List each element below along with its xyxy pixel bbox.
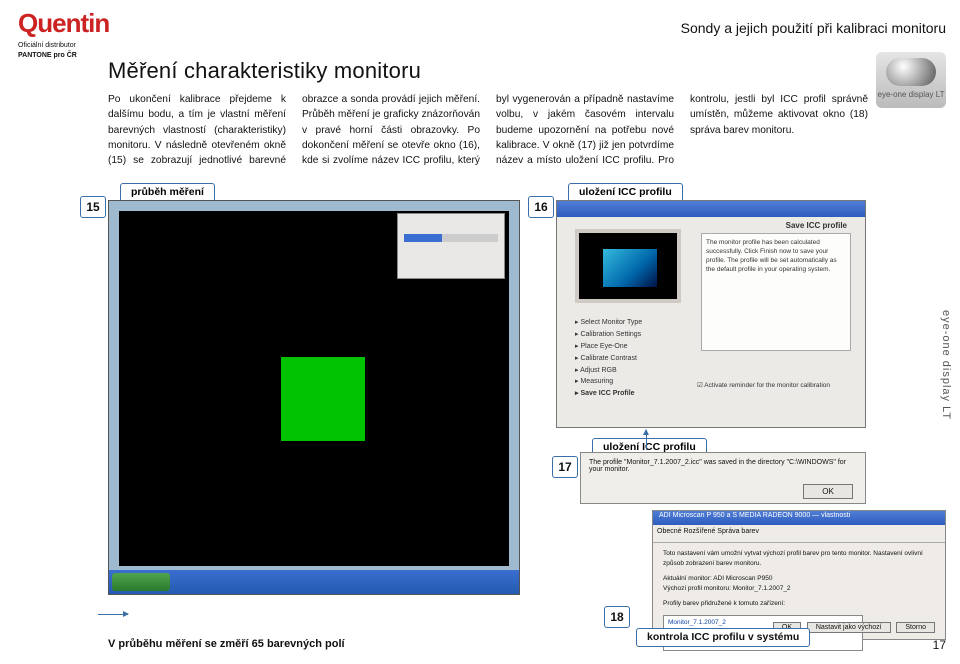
arrow-17-to-16 bbox=[646, 430, 647, 450]
swatch-label: eye-one display LT bbox=[878, 90, 945, 99]
shot15-progress-window bbox=[397, 213, 505, 279]
shot16-infobox: The monitor profile has been calculated … bbox=[701, 233, 851, 351]
shot15-color-patch bbox=[281, 357, 365, 441]
shot16-step: Calibrate Contrast bbox=[580, 355, 636, 362]
shot18-hint: Toto nastavení vám umožní vytvat výchozí… bbox=[663, 549, 935, 570]
shot16-preview bbox=[575, 229, 681, 303]
shot16-checkbox-label: Activate reminder for the monitor calibr… bbox=[704, 382, 830, 389]
footer-caption: V průběhu měření se změří 65 barevných p… bbox=[108, 638, 345, 650]
fig-number-17: 17 bbox=[552, 456, 578, 478]
shot16-step: Place Eye-One bbox=[580, 343, 627, 350]
article-title: Měření charakteristiky monitoru bbox=[108, 58, 421, 84]
screenshot-17: The profile "Monitor_7.1.2007_2.icc" was… bbox=[580, 452, 866, 504]
shot17-message: The profile "Monitor_7.1.2007_2.icc" was… bbox=[589, 459, 857, 473]
fig-number-16: 16 bbox=[528, 196, 554, 218]
shot18-tabs: Obecné Rozšířené Správa barev bbox=[653, 525, 945, 543]
product-swatch: eye-one display LT bbox=[876, 52, 946, 108]
brand-name: Quentin bbox=[18, 8, 109, 38]
fig-number-15: 15 bbox=[80, 196, 106, 218]
screenshot-15 bbox=[108, 200, 520, 595]
shot16-step: Measuring bbox=[580, 378, 613, 385]
logo-sub1: Oficiální distributor bbox=[18, 42, 86, 50]
shot18-line2: Výchozí profil monitoru: Monitor_7.1.200… bbox=[663, 584, 935, 594]
shot16-titlebar bbox=[557, 201, 865, 217]
shot16-steps: ▸ Select Monitor Type ▸ Calibration Sett… bbox=[575, 317, 642, 400]
shot16-title: Save ICC profile bbox=[786, 221, 847, 230]
shot15-start-button bbox=[112, 573, 170, 591]
shot16-step: Adjust RGB bbox=[580, 367, 617, 374]
brand-logo: Quentin Oficiální distributor PANTONE pr… bbox=[18, 8, 86, 59]
shot16-step: Save ICC Profile bbox=[580, 390, 634, 397]
screenshot-16: Save ICC profile ▸ Select Monitor Type ▸… bbox=[556, 200, 866, 428]
page-topic: Sondy a jejich použití při kalibraci mon… bbox=[681, 20, 946, 36]
logo-sub2: PANTONE pro ČR bbox=[18, 52, 86, 60]
shot18-line1: Aktuální monitor: ADI Microscan P950 bbox=[663, 574, 935, 584]
shot18-list-item: Monitor_7.1.2007_2 bbox=[668, 619, 726, 626]
shot16-step: Select Monitor Type bbox=[580, 319, 642, 326]
fig-number-18: 18 bbox=[604, 606, 630, 628]
shot18-btn[interactable]: Nastavit jako výchozí bbox=[807, 622, 891, 633]
page-number: 17 bbox=[933, 638, 946, 652]
shot18-list-label: Profily barev přidružené k tomuto zaříze… bbox=[663, 599, 935, 609]
shot15-taskbar bbox=[109, 570, 519, 594]
arrow-footnote bbox=[98, 614, 128, 615]
shot16-step: Calibration Settings bbox=[580, 331, 641, 338]
screenshot-18: ADI Microscan P 950 a S MEDIA RADEON 900… bbox=[652, 510, 946, 640]
callout-18: kontrola ICC profilu v systému bbox=[636, 628, 810, 647]
shot18-header: ADI Microscan P 950 a S MEDIA RADEON 900… bbox=[653, 511, 945, 525]
shot18-btn[interactable]: Storno bbox=[896, 622, 935, 633]
side-label: eye-one display LT bbox=[940, 310, 952, 420]
article-body: Po ukončení kalibrace přejdeme k dalšímu… bbox=[108, 92, 868, 168]
shot17-ok-button[interactable]: OK bbox=[803, 484, 853, 499]
